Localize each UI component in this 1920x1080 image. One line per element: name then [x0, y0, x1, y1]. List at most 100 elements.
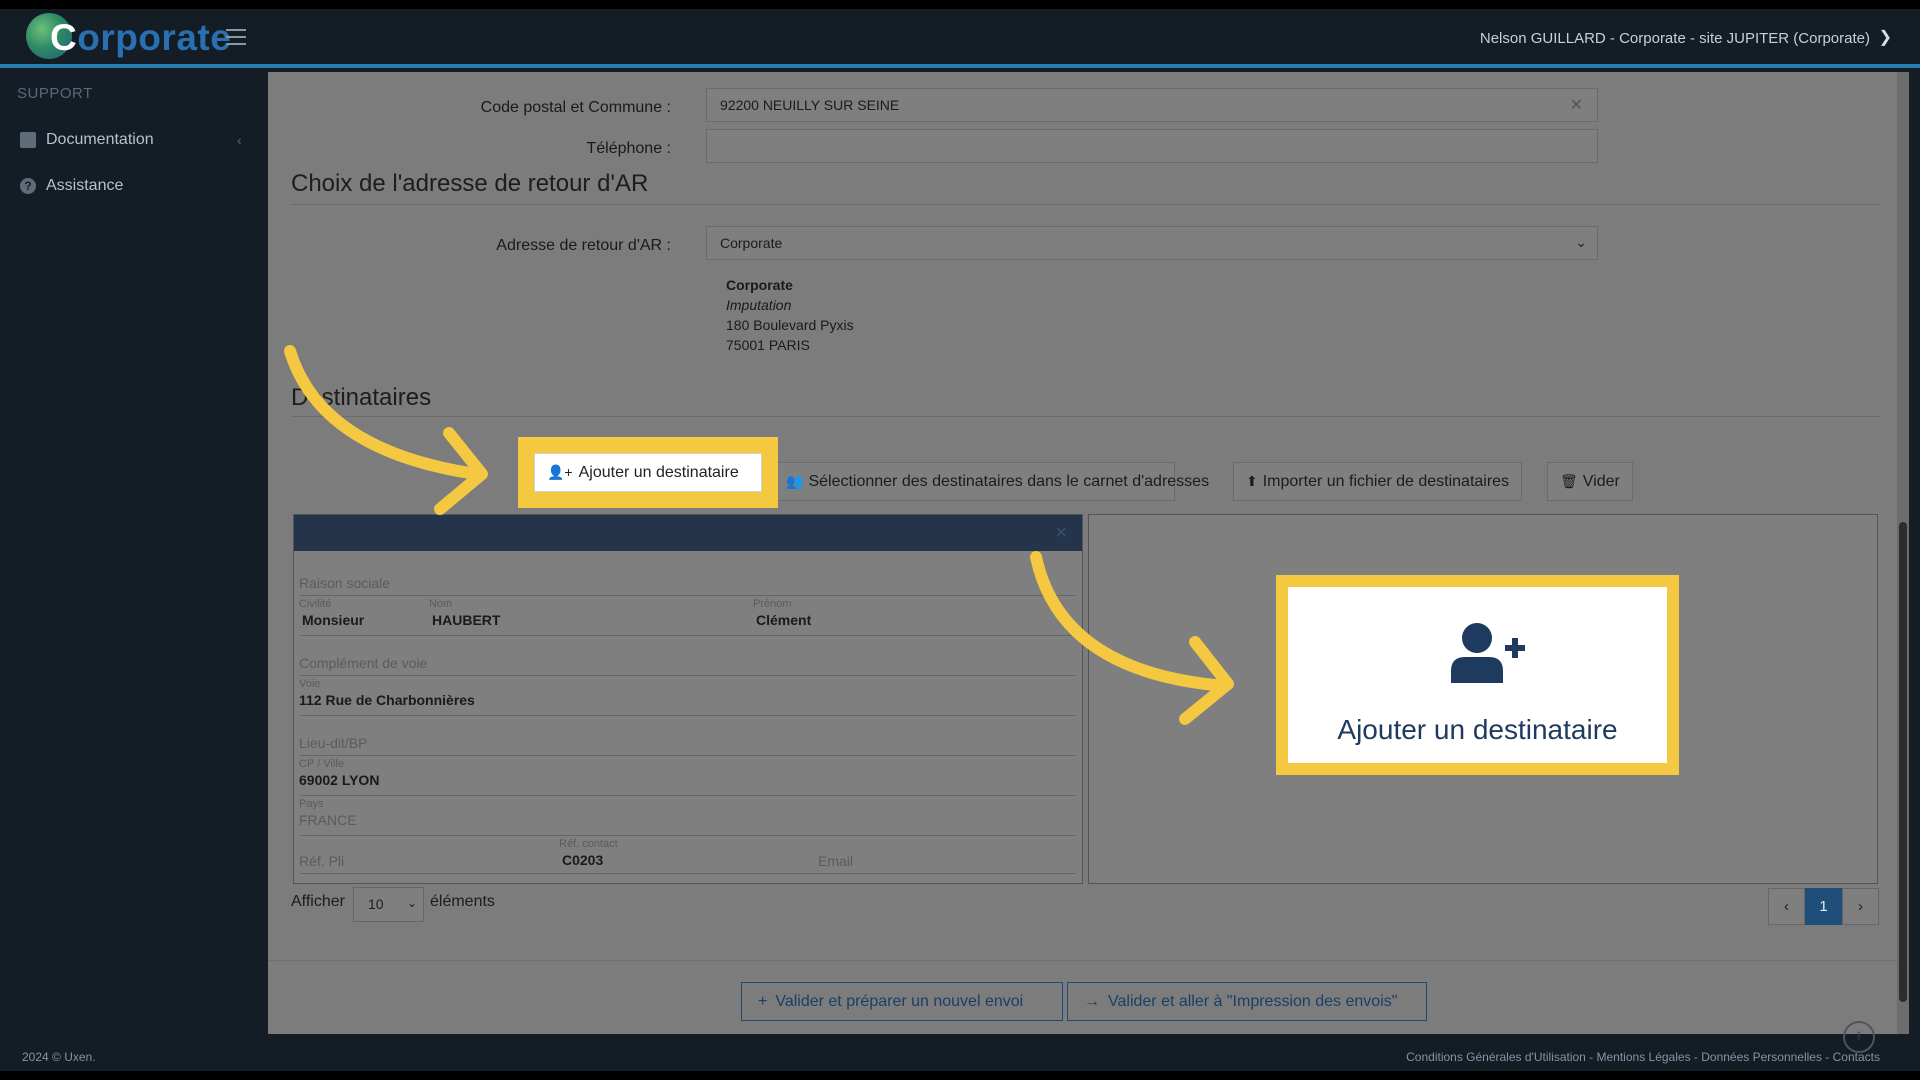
logo-first-letter: C [50, 17, 78, 58]
ar-section-title: Choix de l'adresse de retour d'AR [291, 170, 649, 197]
phone-label: Téléphone : [586, 140, 671, 157]
cpville-label: CP / Ville [299, 758, 344, 770]
prenom-label: Prénom [753, 598, 792, 610]
top-bar: Corporate Nelson GUILLARD - Corporate - … [0, 9, 1920, 68]
scroll-top-icon[interactable]: ↑ [1843, 1021, 1875, 1053]
phone-input[interactable] [706, 129, 1598, 163]
highlight-frame: 👤+ Ajouter un destinataire [518, 437, 778, 508]
divider [300, 835, 1076, 836]
ar-address-imputation: Imputation [726, 297, 792, 313]
ar-select[interactable]: Corporate ⌄ [706, 226, 1598, 260]
zoom-add-recipient-button[interactable]: Ajouter un destinataire [1288, 587, 1667, 763]
book-icon [20, 132, 36, 148]
validate-new-button[interactable]: + Valider et préparer un nouvel envoi [741, 982, 1063, 1021]
refcontact-label: Réf. contact [559, 838, 618, 850]
footer: 2024 © Uxen. Conditions Générales d'Util… [0, 1042, 1920, 1071]
postal-input[interactable]: 92200 NEUILLY SUR SEINE ✕ [706, 88, 1598, 122]
zoom-callout-frame: Ajouter un destinataire [1276, 575, 1679, 775]
upload-icon: ⬆ [1246, 473, 1258, 489]
question-circle-icon: ? [20, 178, 36, 194]
card-header: ✕ [294, 515, 1082, 551]
voie-value: 112 Rue de Charbonnières [299, 692, 475, 708]
divider [300, 595, 1076, 596]
chevron-down-icon: ⌄ [1575, 234, 1587, 250]
sidebar-item-documentation[interactable]: Documentation [20, 131, 154, 149]
ar-address-block: Corporate Imputation 180 Boulevard Pyxis… [726, 275, 854, 355]
copyright: 2024 © Uxen. [22, 1050, 96, 1064]
elements-label: éléments [430, 893, 495, 910]
sidebar-item-assistance[interactable]: ? Assistance [20, 177, 123, 195]
recipient-card: ✕ Raison sociale Civilité Monsieur Nom H… [293, 514, 1083, 884]
divider [291, 416, 1881, 417]
logo-rest: orporate [77, 17, 232, 58]
postal-label: Code postal et Commune : [480, 99, 671, 116]
voie-label: Voie [299, 678, 321, 690]
plus-icon: + [758, 992, 768, 1010]
recipients-section-title: Destinataires [291, 384, 432, 411]
button-label: Sélectionner des destinataires dans le c… [808, 472, 1210, 490]
divider [268, 960, 1909, 961]
footer-links[interactable]: Conditions Générales d'Utilisation - Men… [1406, 1050, 1880, 1064]
user-plus-icon [1451, 623, 1525, 683]
raison-sociale-label: Raison sociale [299, 575, 391, 591]
close-icon[interactable]: ✕ [1055, 523, 1068, 543]
civilite-value: Monsieur [302, 612, 365, 628]
per-page-select[interactable]: 10 ⌄ [353, 887, 424, 922]
divider [300, 635, 1076, 636]
import-file-button[interactable]: ⬆ Importer un fichier de destinataires [1233, 462, 1523, 501]
cpville-value: 69002 LYON [299, 772, 380, 788]
email-label: Email [818, 853, 854, 869]
ar-address-name: Corporate [726, 277, 793, 293]
chevron-down-icon[interactable]: ❯ [1879, 27, 1892, 47]
prev-page-button[interactable]: ‹ [1768, 888, 1805, 925]
close-icon[interactable]: ✕ [1570, 95, 1583, 115]
zoom-label: Ajouter un destinataire [1337, 714, 1618, 745]
arrow-right-icon: → [1084, 992, 1100, 1010]
complement-label: Complément de voie [299, 655, 428, 671]
next-page-button[interactable]: › [1842, 888, 1879, 925]
nom-label: Nom [429, 598, 453, 610]
button-label: Ajouter un destinataire [578, 463, 739, 481]
scrollbar-thumb[interactable] [1899, 522, 1907, 1002]
validate-print-button[interactable]: → Valider et aller à "Impression des env… [1067, 982, 1427, 1021]
sidebar-item-label: Documentation [46, 131, 154, 148]
button-label: Valider et préparer un nouvel envoi [775, 992, 1024, 1010]
trash-icon: 🗑 [1560, 473, 1578, 489]
select-from-addressbook-button[interactable]: 👥 Sélectionner des destinataires dans le… [773, 462, 1209, 501]
divider [300, 873, 1076, 874]
prenom-value: Clément [756, 612, 812, 628]
chevron-left-icon[interactable]: ‹ [237, 132, 242, 148]
divider [300, 675, 1076, 676]
divider [300, 795, 1076, 796]
current-page[interactable]: 1 [1805, 888, 1842, 925]
users-icon: 👥 [786, 473, 804, 489]
postal-value: 92200 NEUILLY SUR SEINE [720, 97, 900, 113]
ar-address-city: 75001 PARIS [726, 337, 810, 353]
app-frame: Corporate Nelson GUILLARD - Corporate - … [0, 9, 1920, 1071]
hamburger-menu-icon[interactable] [226, 29, 246, 45]
window-edge [1909, 72, 1920, 1042]
user-info[interactable]: Nelson GUILLARD - Corporate - site JUPIT… [1480, 30, 1870, 47]
refpli-label: Réf. Pli [299, 853, 345, 869]
show-label: Afficher [291, 893, 345, 910]
button-label: Importer un fichier de destinataires [1262, 472, 1510, 490]
user-plus-icon: 👤+ [547, 464, 573, 480]
sidebar: SUPPORT Documentation ‹ ? Assistance [0, 72, 268, 1042]
refcontact-value: C0203 [562, 852, 604, 868]
scrollbar[interactable] [1897, 72, 1909, 1034]
ar-label: Adresse de retour d'AR : [496, 237, 671, 254]
lieudit-label: Lieu-dit/BP [299, 735, 368, 751]
add-recipient-button[interactable]: 👤+ Ajouter un destinataire [534, 453, 762, 492]
ar-address-street: 180 Boulevard Pyxis [726, 317, 854, 333]
brand-logo[interactable]: Corporate [50, 17, 231, 59]
main-content: Code postal et Commune : 92200 NEUILLY S… [268, 72, 1909, 1034]
ar-selected-value: Corporate [720, 235, 783, 251]
divider [291, 204, 1881, 205]
button-label: Valider et aller à "Impression des envoi… [1108, 992, 1398, 1010]
button-label: Vider [1582, 472, 1620, 490]
clear-button[interactable]: 🗑 Vider [1547, 462, 1633, 501]
sidebar-section-title: SUPPORT [17, 85, 93, 102]
civilite-label: Civilité [299, 598, 332, 610]
per-page-value: 10 [368, 896, 384, 912]
pays-label: Pays [299, 798, 324, 810]
